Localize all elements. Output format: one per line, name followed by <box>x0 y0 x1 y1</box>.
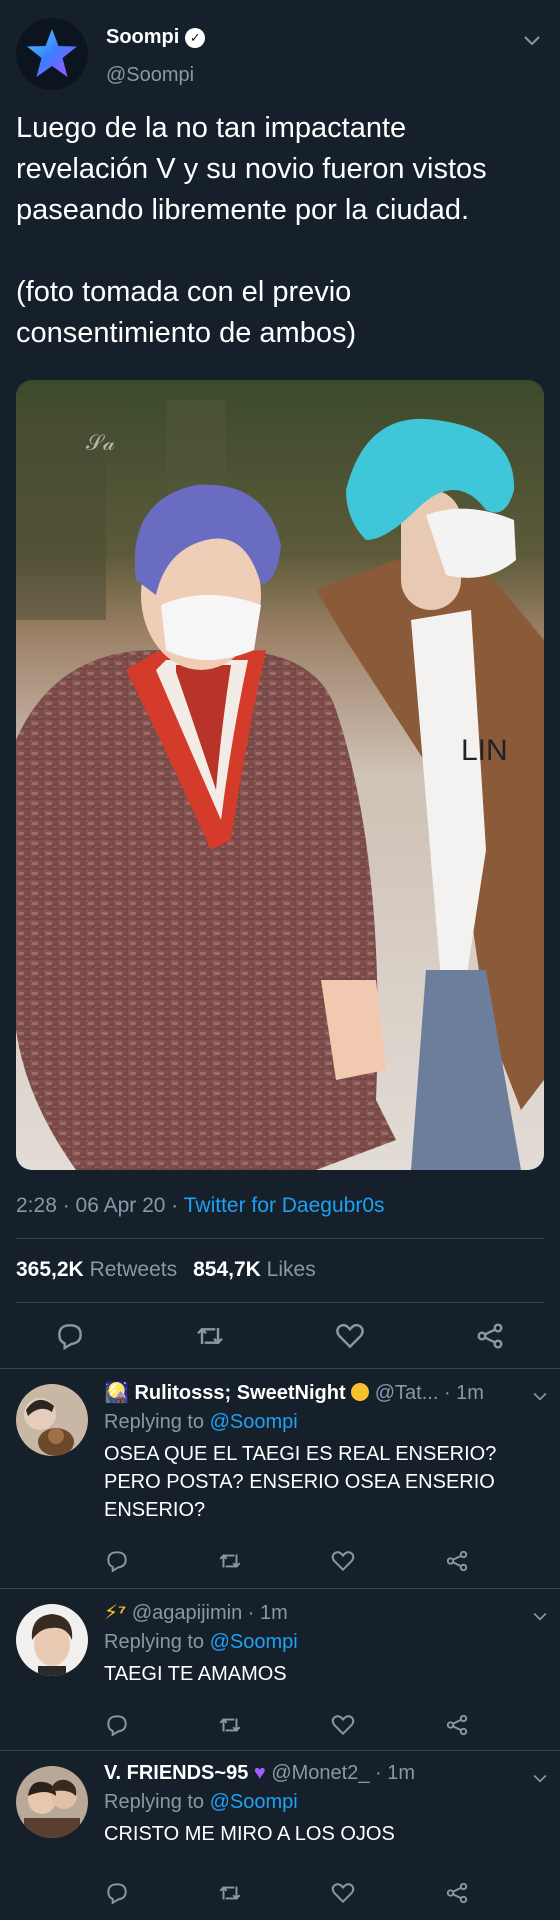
tweet-photo[interactable]: LIN 𝒮𝒶 <box>16 380 544 1170</box>
reply-time: 1m <box>260 1602 288 1624</box>
purple-heart-icon: ♥ <box>253 1762 266 1784</box>
yellow-circle-icon <box>351 1383 370 1401</box>
retweet-icon[interactable] <box>217 1712 243 1738</box>
author-avatar[interactable] <box>16 18 88 90</box>
reply-actions <box>104 1712 484 1742</box>
reply-text: CRISTO ME MIRO A LOS OJOS <box>104 1823 395 1845</box>
like-icon[interactable] <box>334 1320 366 1352</box>
tweet-time: 2:28 <box>16 1194 57 1217</box>
reply-avatar[interactable] <box>16 1766 88 1838</box>
retweets-count: 365,2K <box>16 1258 84 1281</box>
reply-icon[interactable] <box>104 1712 130 1738</box>
share-icon[interactable] <box>474 1320 506 1352</box>
reply-author-handle[interactable]: @agapijimin <box>132 1602 242 1624</box>
reply-mention-link[interactable]: @Soompi <box>210 1791 298 1813</box>
replying-to-label: Replying to <box>104 1411 205 1433</box>
reply-icon[interactable] <box>104 1880 130 1906</box>
photo-illustration: LIN 𝒮𝒶 <box>16 380 544 1170</box>
meta-separator: · <box>171 1194 184 1217</box>
globe-emoji-icon: 🎑 <box>104 1382 129 1404</box>
shirt-text: LIN <box>461 734 508 767</box>
retweets-stat[interactable]: 365,2K Retweets <box>16 1258 177 1282</box>
tweet-date: 06 Apr 20 <box>75 1194 166 1217</box>
reply-avatar[interactable] <box>16 1384 88 1456</box>
tweet-text-line-2: (foto tomada con el previo consentimient… <box>16 276 357 349</box>
author-name[interactable]: Soompi <box>106 26 179 49</box>
reply-author-name[interactable]: ⚡⁷ <box>104 1602 126 1624</box>
likes-stat[interactable]: 854,7K Likes <box>193 1258 316 1282</box>
reply-text: TAEGI TE AMAMOS <box>104 1663 287 1685</box>
replying-to-label: Replying to <box>104 1631 205 1653</box>
retweets-label: Retweets <box>89 1258 178 1281</box>
post-header: Soompi ✓ @Soompi <box>16 16 544 92</box>
share-icon[interactable] <box>444 1548 470 1574</box>
reply-mention-link[interactable]: @Soompi <box>210 1411 298 1433</box>
chevron-down-icon[interactable] <box>530 1386 550 1406</box>
reply-mention-link[interactable]: @Soompi <box>210 1631 298 1653</box>
reply-item[interactable]: V. FRIENDS~95 ♥ @Monet2_ · 1m Replying t… <box>0 1750 560 1920</box>
reply-actions <box>104 1880 484 1910</box>
retweet-icon[interactable] <box>217 1880 243 1906</box>
share-icon[interactable] <box>444 1880 470 1906</box>
divider <box>16 1238 544 1239</box>
likes-count: 854,7K <box>193 1258 261 1281</box>
likes-label: Likes <box>266 1258 316 1281</box>
replying-to-label: Replying to <box>104 1791 205 1813</box>
author-handle[interactable]: @Soompi <box>106 64 194 87</box>
like-icon[interactable] <box>330 1548 356 1574</box>
like-icon[interactable] <box>330 1880 356 1906</box>
reply-item[interactable]: 🎑 Rulitosss; SweetNight @Tat... · 1m Rep… <box>0 1368 560 1586</box>
retweet-icon[interactable] <box>217 1548 243 1574</box>
star-logo-icon <box>27 29 77 77</box>
tweet-stats: 365,2K Retweets 854,7K Likes <box>16 1258 316 1282</box>
photo-watermark-signature: 𝒮𝒶 <box>86 430 115 455</box>
reply-actions <box>104 1548 484 1578</box>
reply-time: 1m <box>456 1382 484 1404</box>
divider <box>16 1302 544 1303</box>
reply-author-name[interactable]: Rulitosss; SweetNight <box>134 1382 345 1404</box>
tweet-source-link[interactable]: Twitter for Daegubr0s <box>184 1194 385 1217</box>
reply-icon[interactable] <box>104 1548 130 1574</box>
retweet-icon[interactable] <box>194 1320 226 1352</box>
chevron-down-icon[interactable] <box>520 28 544 52</box>
reply-time: 1m <box>387 1762 416 1784</box>
reply-icon[interactable] <box>54 1320 86 1352</box>
reply-author-handle[interactable]: @Monet2_ <box>271 1762 369 1784</box>
reply-author-handle[interactable]: @Tat... <box>375 1382 439 1404</box>
tweet-text: Luego de la no tan impactante revelación… <box>16 108 544 354</box>
like-icon[interactable] <box>330 1712 356 1738</box>
chevron-down-icon[interactable] <box>530 1606 550 1626</box>
tweet-actions <box>16 1312 544 1360</box>
tweet-meta: 2:28 · 06 Apr 20 · Twitter for Daegubr0s <box>16 1194 385 1218</box>
verified-icon: ✓ <box>185 27 206 48</box>
share-icon[interactable] <box>444 1712 470 1738</box>
tweet-text-line-1: Luego de la no tan impactante revelación… <box>16 112 487 226</box>
reply-text: OSEA QUE EL TAEGI ES REAL ENSERIO? PERO … <box>104 1443 497 1521</box>
reply-item[interactable]: ⚡⁷ @agapijimin · 1m Replying to @Soompi … <box>0 1588 560 1750</box>
reply-author-name[interactable]: V. FRIENDS~95 <box>104 1762 248 1784</box>
reply-avatar[interactable] <box>16 1604 88 1676</box>
chevron-down-icon[interactable] <box>530 1768 550 1788</box>
meta-separator: · <box>62 1194 76 1217</box>
